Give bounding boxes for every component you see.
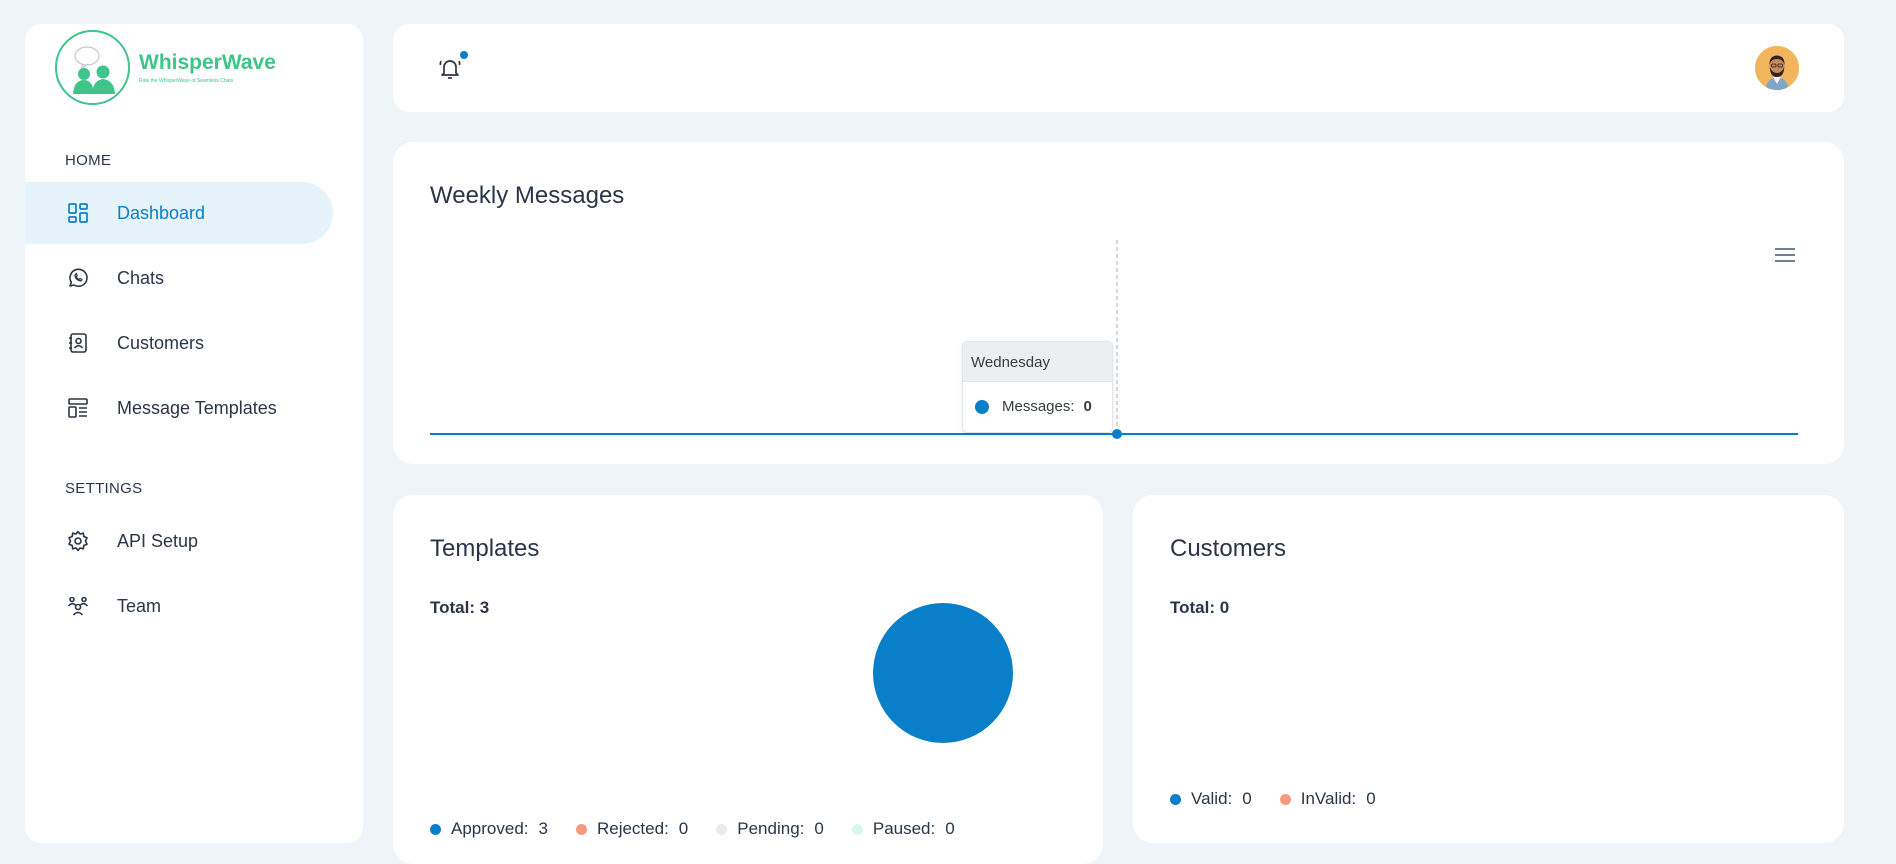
section-settings: SETTINGS xyxy=(65,480,143,497)
legend-marker xyxy=(851,823,863,835)
sidebar-item-team[interactable]: Team xyxy=(25,575,333,637)
sidebar-item-label: Team xyxy=(117,595,162,616)
logo-icon xyxy=(55,30,130,105)
tooltip-series-marker xyxy=(975,399,989,414)
tooltip-day: Wednesday xyxy=(963,342,1112,382)
customers-legend: Valid: 0 InValid: 0 xyxy=(1170,789,1404,809)
legend-item-valid[interactable]: Valid: 0 xyxy=(1170,789,1252,809)
sidebar-item-label: API Setup xyxy=(117,530,199,551)
legend-label: Rejected: xyxy=(596,819,669,838)
legend-item-paused[interactable]: Paused: 0 xyxy=(851,819,955,839)
notification-dot xyxy=(459,50,469,60)
brand-logo[interactable]: WhisperWave Ride the WhisperWave of Seam… xyxy=(55,30,276,105)
sidebar-item-api-setup[interactable]: API Setup xyxy=(25,510,333,572)
legend-marker xyxy=(1279,793,1291,805)
sidebar-item-label: Chats xyxy=(117,267,165,288)
team-icon xyxy=(65,593,91,619)
contacts-icon xyxy=(65,330,91,356)
dashboard-icon xyxy=(65,200,91,226)
templates-card: Templates Total: 3 Approved: 3 Rejected:… xyxy=(393,495,1103,864)
legend-marker xyxy=(575,823,587,835)
legend-value: 0 xyxy=(814,819,824,838)
brand-name: WhisperWave xyxy=(139,51,276,74)
sidebar-item-label: Message Templates xyxy=(117,397,277,418)
legend-marker xyxy=(430,823,441,835)
sidebar-item-message-templates[interactable]: Message Templates xyxy=(25,377,333,439)
legend-item-rejected[interactable]: Rejected: 0 xyxy=(575,819,689,839)
legend-item-approved[interactable]: Approved: 3 xyxy=(430,819,548,839)
legend-value: 0 xyxy=(1366,789,1376,808)
customers-title: Customers xyxy=(1170,535,1287,562)
templates-legend: Approved: 3 Rejected: 0 Pending: 0 Pause… xyxy=(430,819,983,839)
legend-item-pending[interactable]: Pending: 0 xyxy=(716,819,824,839)
weekly-messages-card: Weekly Messages Wednesday Messages: 0 xyxy=(393,142,1844,464)
legend-value: 0 xyxy=(945,819,955,838)
sidebar: WhisperWave Ride the WhisperWave of Seam… xyxy=(25,24,363,843)
legend-value: 0 xyxy=(1242,789,1252,808)
legend-label: InValid: xyxy=(1300,789,1357,808)
legend-label: Pending: xyxy=(737,819,805,838)
tooltip-series-label: Messages: xyxy=(1002,398,1075,415)
legend-label: Approved: xyxy=(451,819,529,838)
sidebar-item-chats[interactable]: Chats xyxy=(25,247,333,309)
weekly-messages-chart xyxy=(430,240,1798,439)
top-header xyxy=(393,24,1844,112)
legend-value: 0 xyxy=(678,819,689,838)
brand-tagline: Ride the WhisperWave of Seamless Chats xyxy=(139,78,234,84)
section-home: HOME xyxy=(65,152,112,169)
legend-label: Paused: xyxy=(872,819,936,838)
tooltip-value: 0 xyxy=(1083,398,1092,415)
legend-label: Valid: xyxy=(1191,789,1233,808)
legend-marker xyxy=(716,823,728,835)
legend-item-invalid[interactable]: InValid: 0 xyxy=(1279,789,1376,809)
customers-card: Customers Total: 0 Valid: 0 InValid: 0 xyxy=(1133,495,1844,843)
customers-total: Total: 0 xyxy=(1170,598,1230,617)
pie-slice-approved[interactable] xyxy=(873,603,1013,743)
sidebar-item-customers[interactable]: Customers xyxy=(25,312,333,374)
highlighted-point[interactable] xyxy=(1112,429,1122,439)
templates-title: Templates xyxy=(430,535,540,562)
gear-icon xyxy=(65,528,91,554)
legend-marker xyxy=(1170,793,1181,805)
templates-pie-chart xyxy=(873,603,1013,743)
templates-total: Total: 3 xyxy=(430,598,490,617)
avatar[interactable] xyxy=(1755,46,1799,90)
whatsapp-icon xyxy=(65,265,91,291)
chart-tooltip: Wednesday Messages: 0 xyxy=(962,341,1113,433)
sidebar-item-dashboard[interactable]: Dashboard xyxy=(25,182,333,244)
template-icon xyxy=(65,395,91,421)
sidebar-item-label: Customers xyxy=(117,332,205,353)
sidebar-item-label: Dashboard xyxy=(117,202,206,223)
legend-value: 3 xyxy=(538,819,548,838)
